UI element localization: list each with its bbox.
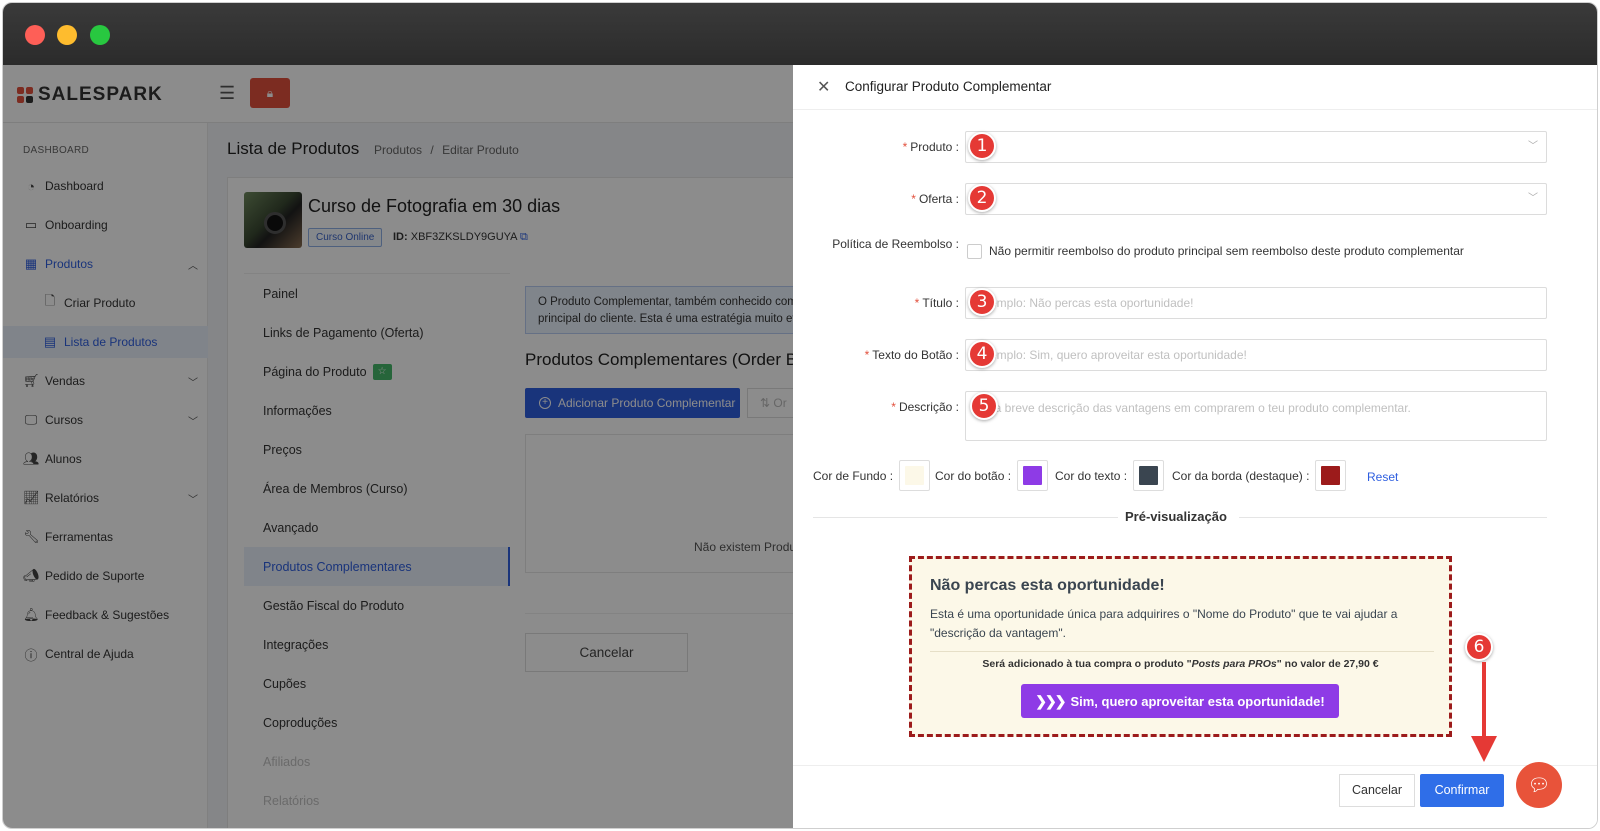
produto-label: * Produto : <box>902 140 959 154</box>
politica-checkbox-label[interactable]: Não permitir reembolso do produto princi… <box>989 244 1464 258</box>
color-fundo: Cor de Fundo : <box>813 460 931 491</box>
label-text: Oferta <box>918 192 953 206</box>
annotation-4: 4 <box>968 340 996 368</box>
color-borda-swatch <box>1321 466 1341 485</box>
preview-accept-button[interactable]: ❯❯❯ Sim, quero aproveitar esta oportunida… <box>1021 684 1339 718</box>
drawer-title: Configurar Produto Complementar <box>845 79 1052 94</box>
note-suffix: " no valor de 27,90 € <box>1276 658 1379 670</box>
button-label: Sim, quero aproveitar esta oportunidade! <box>1070 693 1325 709</box>
preview-note: Será adicionado à tua compra o produto "… <box>912 658 1449 670</box>
titulo-label: * Título : <box>914 296 959 310</box>
color-botao-swatch <box>1023 466 1043 485</box>
divider <box>1239 517 1547 518</box>
triple-chevron-icon: ❯❯❯ <box>1035 692 1066 709</box>
row-titulo: * Título : Exemplo: Não percas esta oport… <box>793 287 1597 319</box>
confirm-button[interactable]: Confirmar <box>1420 774 1504 807</box>
color-texto-picker[interactable] <box>1133 460 1165 491</box>
color-botao: Cor do botão : <box>935 460 1049 491</box>
label-text: Produto <box>910 140 953 154</box>
row-produto: * Produto : ﹀ <box>793 131 1597 163</box>
preview-description: Esta é uma oportunidade única para adqui… <box>930 607 1398 640</box>
row-politica: Política de Reembolso : Não permitir ree… <box>793 235 1597 267</box>
color-texto-swatch <box>1139 466 1159 485</box>
chevron-down-icon: ﹀ <box>1528 193 1538 204</box>
row-texto-botao: * Texto do Botão : Exemplo: Sim, quero ap… <box>793 339 1597 371</box>
color-botao-picker[interactable] <box>1017 460 1049 491</box>
texto-botao-input[interactable]: Exemplo: Sim, quero aproveitar esta opor… <box>965 339 1547 371</box>
maximize-window-button[interactable] <box>90 25 110 45</box>
annotation-5: 5 <box>970 392 998 420</box>
annotation-6: 6 <box>1465 633 1493 661</box>
annotation-2: 2 <box>968 184 996 212</box>
color-borda: Cor da borda (destaque) : <box>1172 460 1347 491</box>
window-titlebar <box>3 3 1597 65</box>
browser-window: SALESPARK ☰ 🔒︎ DASHBOARD ◔ Dashboard ▭ Onb… <box>2 2 1598 829</box>
oferta-select[interactable]: ﹀ <box>965 183 1547 215</box>
annotation-arrow <box>1482 662 1486 742</box>
oferta-label: * Oferta : <box>911 192 959 206</box>
drawer-footer: Cancelar Confirmar 💬︎ <box>793 762 1597 828</box>
divider <box>930 651 1434 652</box>
color-label: Cor da borda (destaque) <box>1172 468 1303 483</box>
color-texto: Cor do texto : <box>1055 460 1165 491</box>
close-icon[interactable]: ✕ <box>817 77 830 97</box>
label-text: Descrição <box>898 400 953 414</box>
order-bump-preview: Não percas esta oportunidade! Esta é uma… <box>909 556 1452 737</box>
politica-label: Política de Reembolso : <box>832 237 959 251</box>
label-text: Título <box>922 296 953 310</box>
preview-title: Não percas esta oportunidade! <box>930 577 1165 594</box>
label-text: Texto do Botão <box>872 348 953 362</box>
descricao-textarea[interactable]: Uma breve descrição das vantagens em com… <box>965 391 1547 441</box>
color-fundo-swatch <box>905 466 925 485</box>
color-fundo-picker[interactable] <box>899 460 931 491</box>
texto-botao-label: * Texto do Botão : <box>864 348 959 362</box>
annotation-arrow-head <box>1471 736 1497 762</box>
color-label: Cor de Fundo <box>813 468 887 483</box>
reset-colors-link[interactable]: Reset <box>1367 470 1398 484</box>
modal-overlay[interactable] <box>3 65 793 828</box>
color-label: Cor do texto <box>1055 468 1121 483</box>
note-product: Posts para PROs <box>1191 658 1277 670</box>
app: SALESPARK ☰ 🔒︎ DASHBOARD ◔ Dashboard ▭ Onb… <box>3 65 1597 828</box>
label-text: Política de Reembolso <box>832 237 953 251</box>
color-label: Cor do botão <box>935 468 1005 483</box>
drawer-header: ✕ Configurar Produto Complementar <box>793 65 1597 110</box>
note-prefix: Será adicionado à tua compra o produto " <box>982 658 1192 670</box>
row-descricao: * Descrição : Uma breve descrição das van… <box>793 391 1597 441</box>
chevron-down-icon: ﹀ <box>1528 141 1538 152</box>
color-settings: Cor de Fundo : Cor do botão : Cor do tex… <box>813 460 1573 492</box>
row-oferta: * Oferta : ﹀ <box>793 183 1597 215</box>
titulo-input[interactable]: Exemplo: Não percas esta oportunidade! <box>965 287 1547 319</box>
divider <box>813 517 1118 518</box>
annotation-3: 3 <box>968 288 996 316</box>
descricao-label: * Descrição : <box>891 400 959 414</box>
chat-icon[interactable]: 💬︎ <box>1516 762 1562 808</box>
minimize-window-button[interactable] <box>57 25 77 45</box>
configure-drawer: ✕ Configurar Produto Complementar * Produ… <box>793 65 1597 828</box>
color-borda-picker[interactable] <box>1315 460 1347 491</box>
annotation-1: 1 <box>968 132 996 160</box>
preview-heading: Pré-visualização <box>1125 509 1227 524</box>
politica-checkbox[interactable] <box>967 244 982 259</box>
cancel-button[interactable]: Cancelar <box>1339 774 1415 807</box>
produto-select[interactable]: ﹀ <box>965 131 1547 163</box>
close-window-button[interactable] <box>25 25 45 45</box>
